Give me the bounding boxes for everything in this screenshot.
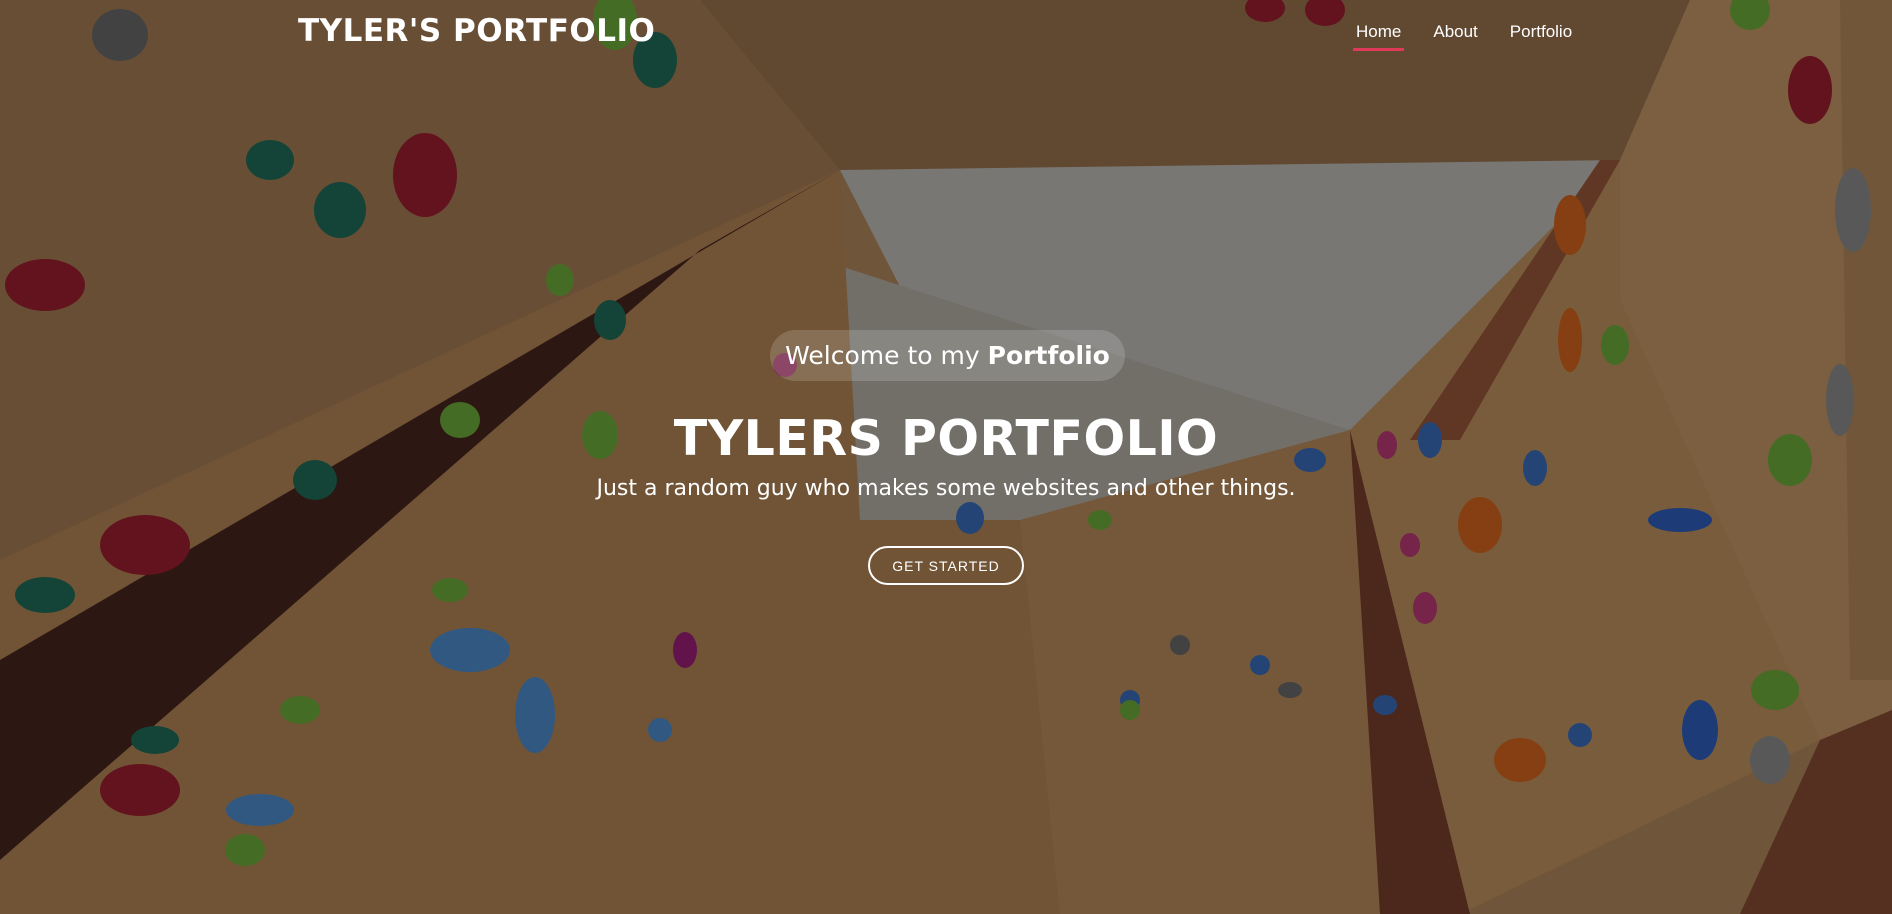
hero-subtitle: Just a random guy who makes some website… <box>596 476 1296 501</box>
welcome-strong-text: Portfolio <box>987 341 1110 370</box>
get-started-button[interactable]: GET STARTED <box>868 546 1024 585</box>
hero-section: Welcome to my Portfolio TYLERS PORTFOLIO… <box>0 0 1892 914</box>
page: TYLER'S PORTFOLIO Home About Portfolio W… <box>0 0 1892 914</box>
welcome-badge: Welcome to my Portfolio <box>770 330 1125 381</box>
hero-title: TYLERS PORTFOLIO <box>673 410 1219 467</box>
welcome-text: Welcome to my <box>785 341 980 370</box>
